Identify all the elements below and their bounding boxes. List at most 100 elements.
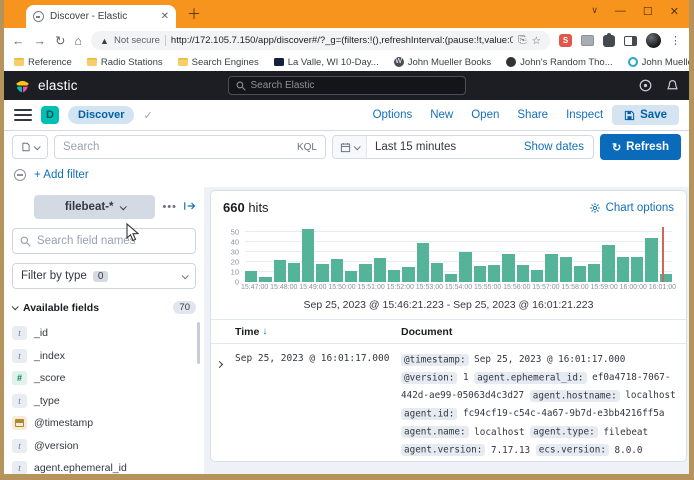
histogram-bar[interactable] — [288, 263, 300, 282]
bookmark-item[interactable]: Search Engines — [178, 57, 259, 68]
table-row[interactable]: Sep 25, 2023 @ 16:01:17.000@timestamp: S… — [211, 344, 686, 462]
menu-action-share[interactable]: Share — [517, 109, 548, 121]
histogram-bar[interactable] — [402, 267, 414, 282]
space-badge[interactable]: D — [41, 106, 59, 124]
breadcrumb[interactable]: Discover — [68, 106, 134, 124]
doc-field-badge[interactable]: @timestamp: — [401, 354, 469, 366]
kql-search-input[interactable]: Search KQL — [54, 135, 326, 159]
filter-set-icon[interactable] — [14, 169, 26, 181]
bookmark-item[interactable]: John's Random Tho... — [506, 57, 612, 68]
histogram-bar[interactable] — [574, 266, 586, 282]
bookmark-star-icon[interactable]: ☆ — [532, 35, 541, 47]
available-fields-header[interactable]: Available fields 70 — [12, 301, 196, 314]
elastic-logo[interactable]: elastic — [14, 77, 78, 94]
filter-by-type-select[interactable]: Filter by type 0 — [12, 263, 196, 289]
histogram-bar[interactable] — [602, 245, 614, 282]
not-secure-warning-icon[interactable]: ▲ — [100, 36, 109, 46]
alerts-bell-icon[interactable] — [666, 79, 679, 92]
histogram-bar[interactable] — [531, 270, 543, 282]
extension-shield-icon[interactable]: S — [559, 34, 572, 47]
time-range-value[interactable]: Last 15 minutes — [367, 141, 524, 153]
kql-label[interactable]: KQL — [297, 142, 317, 153]
window-maximize-icon[interactable]: ☐ — [643, 5, 653, 18]
refresh-button[interactable]: ↻ Refresh — [600, 134, 681, 160]
url-bar[interactable]: ▲ Not secure http://172.105.7.150/app/di… — [91, 31, 550, 50]
time-column-header[interactable]: Time ↓ — [235, 326, 401, 338]
home-icon[interactable]: ⌂ — [74, 34, 82, 48]
histogram-bar[interactable] — [331, 259, 343, 282]
forward-icon[interactable]: → — [34, 34, 47, 48]
field-item[interactable]: t_type — [12, 390, 196, 413]
doc-field-badge[interactable]: @version: — [401, 372, 457, 384]
doc-field-badge[interactable]: agent.name: — [401, 426, 469, 438]
histogram-bar[interactable] — [245, 271, 257, 282]
bookmark-item[interactable]: John Mueller Books... — [628, 57, 689, 68]
menu-action-inspect[interactable]: Inspect — [566, 109, 603, 121]
sidebar-scrollbar[interactable] — [197, 322, 200, 364]
histogram-bar[interactable] — [474, 266, 486, 282]
menu-action-options[interactable]: Options — [373, 109, 413, 121]
menu-action-open[interactable]: Open — [471, 109, 499, 121]
chart-options-link[interactable]: Chart options — [589, 202, 674, 214]
field-item[interactable]: t_index — [12, 345, 196, 368]
histogram-bar[interactable] — [345, 271, 357, 282]
menu-action-new[interactable]: New — [430, 109, 453, 121]
field-item[interactable]: t@version — [12, 435, 196, 458]
bookmark-item[interactable]: La Valle, WI 10-Day... — [274, 57, 379, 68]
help-icon[interactable] — [639, 79, 652, 92]
histogram-bar[interactable] — [588, 264, 600, 282]
side-panel-icon[interactable] — [624, 36, 637, 46]
field-item[interactable]: t_id — [12, 322, 196, 345]
share-icon[interactable]: ⎘ — [518, 34, 526, 47]
field-search-input[interactable]: Search field names — [12, 228, 196, 254]
histogram-bar[interactable] — [502, 254, 514, 282]
histogram-bar[interactable] — [488, 265, 500, 282]
extension-capture-icon[interactable] — [581, 35, 594, 46]
histogram-bar[interactable] — [431, 263, 443, 282]
doc-field-badge[interactable]: agent.type: — [530, 426, 598, 438]
histogram-bar[interactable] — [459, 252, 471, 282]
browser-tab[interactable]: Discover - Elastic ✕ — [26, 5, 176, 28]
histogram-bar[interactable] — [417, 243, 429, 282]
tab-close-icon[interactable]: ✕ — [161, 11, 169, 22]
index-pattern-selector[interactable]: filebeat-* — [34, 195, 155, 219]
show-dates-link[interactable]: Show dates — [524, 141, 593, 153]
histogram-bar[interactable] — [445, 274, 457, 282]
nav-menu-icon[interactable] — [14, 109, 32, 121]
browser-menu-icon[interactable]: ⋮ — [670, 34, 681, 47]
profile-avatar[interactable] — [646, 33, 661, 48]
histogram-bar[interactable] — [545, 254, 557, 282]
histogram-bar[interactable] — [316, 264, 328, 282]
histogram-bar[interactable] — [302, 229, 314, 282]
field-item[interactable]: @timestamp — [12, 412, 196, 435]
field-item[interactable]: tagent.ephemeral_id — [12, 457, 196, 474]
window-minimize-icon[interactable]: — — [615, 5, 626, 18]
global-search-input[interactable]: Search Elastic — [228, 76, 466, 95]
save-button[interactable]: Save — [612, 105, 679, 125]
histogram-bar[interactable] — [359, 264, 371, 282]
doc-field-badge[interactable]: agent.ephemeral_id: — [474, 372, 586, 384]
histogram-bar[interactable] — [631, 257, 643, 282]
histogram-bar[interactable] — [645, 238, 657, 282]
field-item[interactable]: #_score — [12, 367, 196, 390]
bookmark-item[interactable]: WJohn Mueller Books — [394, 57, 491, 68]
index-pattern-options-icon[interactable]: ••• — [162, 201, 177, 213]
new-tab-button[interactable]: ＋ — [187, 7, 201, 21]
histogram-bar[interactable] — [374, 258, 386, 282]
url-text[interactable]: http://172.105.7.150/app/discover#/?_g=(… — [171, 35, 513, 46]
histogram-bar[interactable] — [617, 257, 629, 282]
collapse-sidebar-icon[interactable] — [184, 198, 196, 216]
doc-field-badge[interactable]: ecs.version: — [536, 444, 609, 456]
back-icon[interactable]: ← — [12, 34, 25, 48]
add-filter-link[interactable]: + Add filter — [34, 169, 89, 181]
doc-field-badge[interactable]: agent.id: — [401, 408, 457, 420]
extensions-puzzle-icon[interactable] — [603, 35, 615, 47]
expand-row-icon[interactable] — [217, 351, 235, 462]
calendar-menu-button[interactable] — [333, 136, 367, 158]
histogram-bar[interactable] — [560, 257, 572, 282]
histogram-bar[interactable] — [259, 277, 271, 282]
histogram-bar[interactable] — [388, 270, 400, 282]
sort-desc-icon[interactable]: ↓ — [262, 326, 267, 337]
window-menu-icon[interactable]: ∨ — [591, 5, 598, 18]
hits-histogram[interactable]: 50403020100 15:47:0015:48:0015:49:0015:5… — [221, 227, 676, 295]
